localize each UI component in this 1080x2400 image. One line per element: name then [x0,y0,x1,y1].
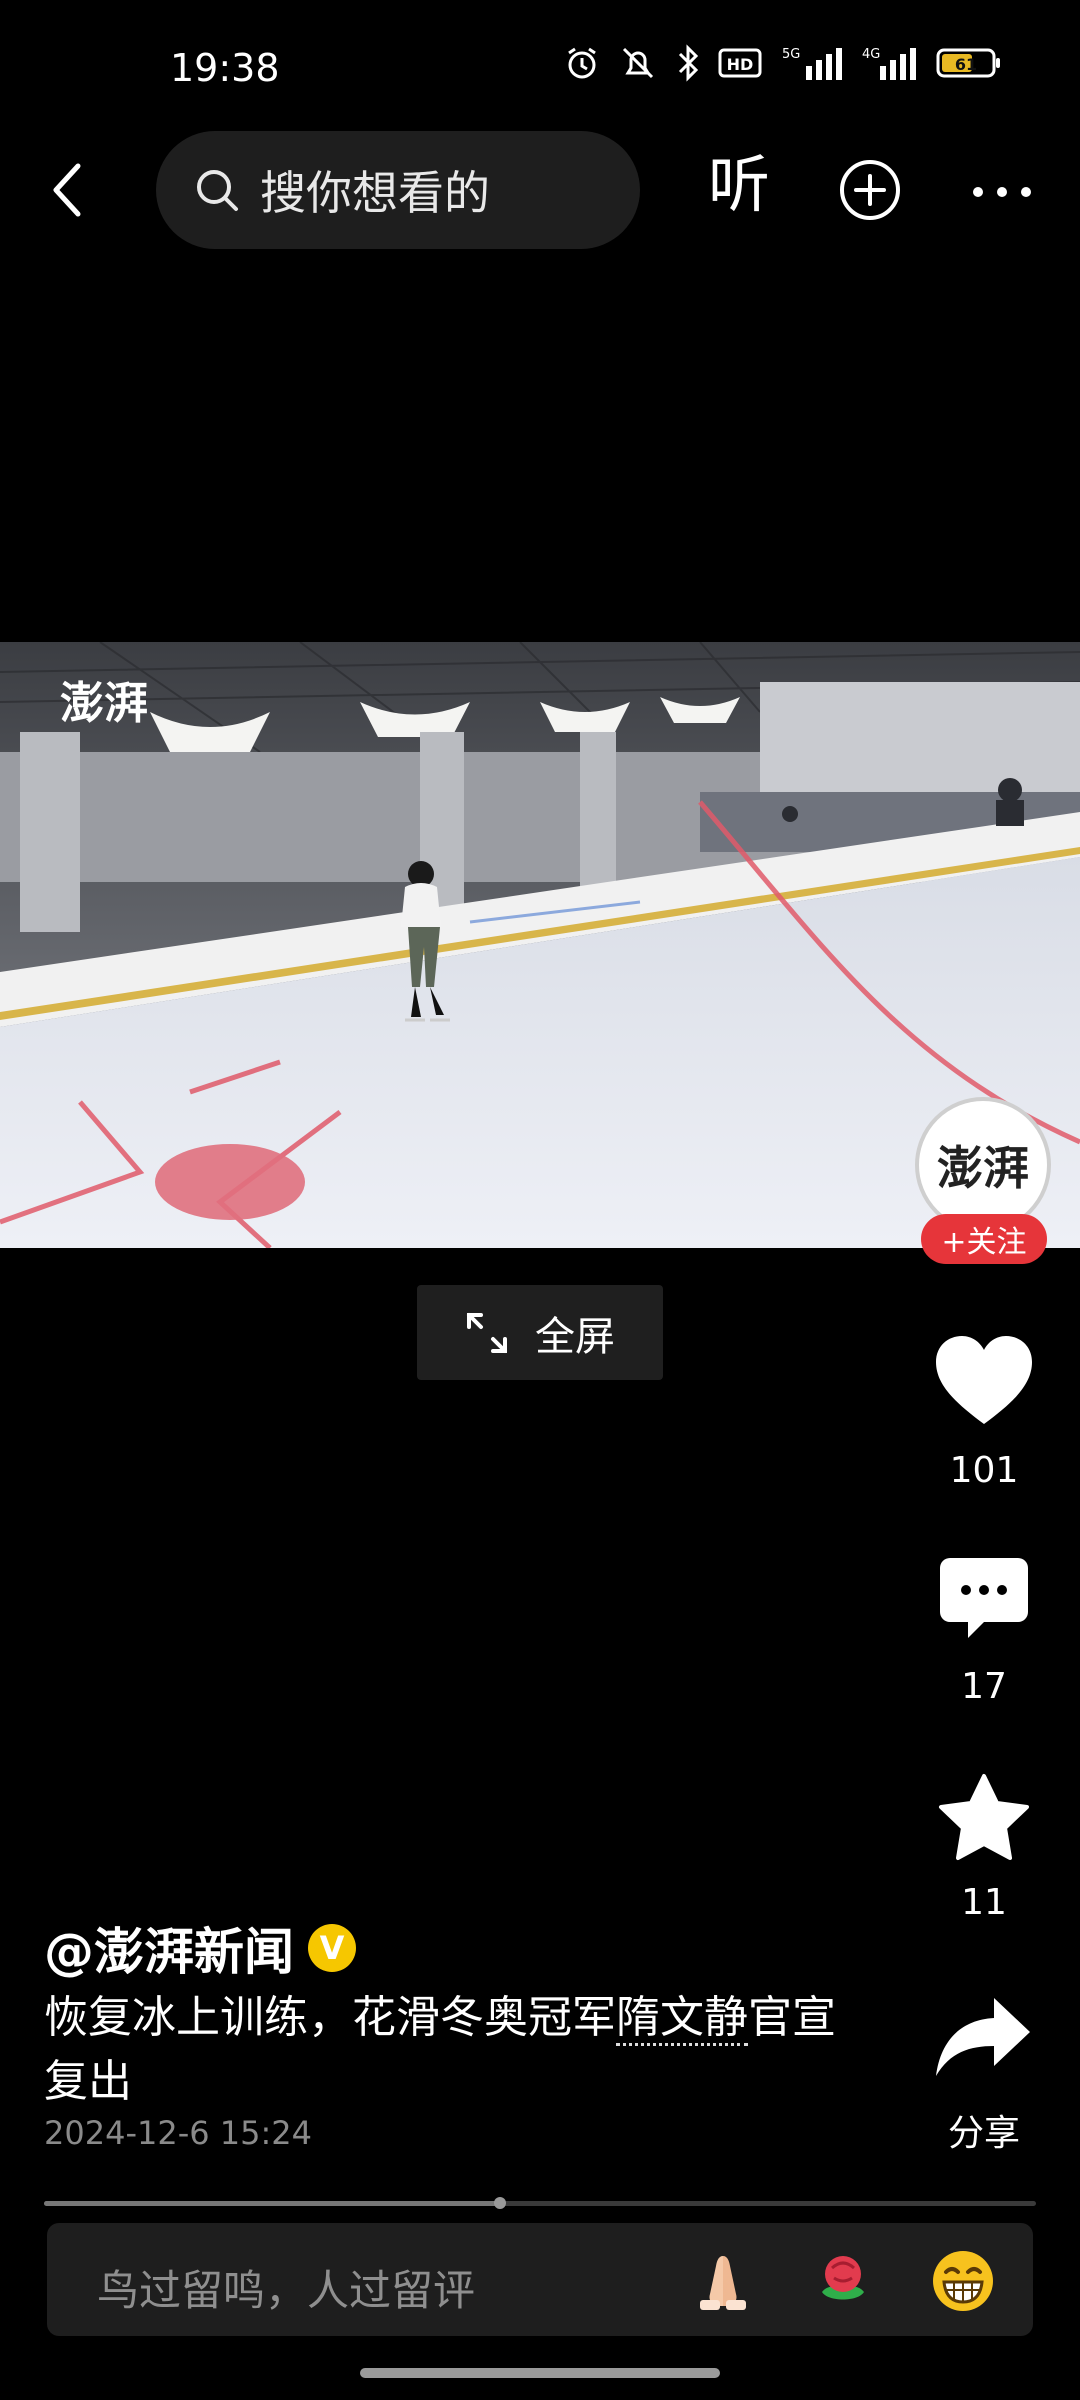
battery-level: 61 [955,55,977,74]
back-icon[interactable] [40,160,100,220]
search-input[interactable]: 搜你想看的 [156,131,640,249]
fullscreen-button[interactable]: 全屏 [417,1285,663,1380]
like-count: 101 [949,1450,1019,1491]
tagged-person-link[interactable]: 隋文静 [616,1992,748,2046]
battery-icon: 61 [936,48,1000,78]
network-2-label: 4G [862,47,880,62]
post-timestamp: 2024-12-6 15:24 [44,2114,312,2152]
author-row[interactable]: @澎湃新闻 V [44,1912,356,1984]
signal-4g-icon: 4G [862,47,916,80]
pray-emoji-icon[interactable] [690,2248,756,2314]
hd-icon: HD [718,48,762,78]
comment-icon[interactable] [938,1556,1030,1640]
signal-5g-icon: 5G [782,47,842,80]
more-icon[interactable] [970,180,1034,204]
hd-label: HD [727,55,754,74]
status-icons: HD 5G 4G 61 [564,44,1002,82]
watermark-text: 澎湃 [60,678,148,729]
mute-icon [622,47,654,79]
video-description[interactable]: 恢复冰上训练，花滑冬奥冠军隋文静官宣复出 [44,1986,864,2114]
status-time: 19:38 [170,46,280,90]
author-avatar[interactable]: 澎湃 [915,1097,1051,1233]
listen-button[interactable]: 听 [708,154,770,216]
video-watermark: 澎湃 [60,678,148,729]
share-label[interactable]: 分享 [914,2104,1054,2156]
bluetooth-icon [678,44,699,82]
favorite-count: 11 [961,1882,1007,1923]
comment-input[interactable]: 鸟过留鸣，人过留评 [97,2257,475,2318]
search-placeholder: 搜你想看的 [260,166,490,220]
author-name[interactable]: @澎湃新闻 [44,1912,294,1984]
verified-badge-icon: V [308,1924,356,1972]
progress-knob[interactable] [494,2197,507,2209]
home-indicator[interactable] [360,2368,720,2378]
like-icon[interactable] [934,1334,1034,1428]
network-1-label: 5G [782,47,800,62]
progress-fill [44,2201,501,2206]
avatar-text: 澎湃 [937,1141,1029,1195]
expand-icon [467,1312,507,1353]
share-icon[interactable] [934,1994,1034,2078]
grin-emoji-icon[interactable] [930,2248,996,2314]
follow-button[interactable]: +关注 [921,1214,1047,1264]
search-icon [197,170,238,211]
comment-count: 17 [961,1666,1007,1707]
favorite-icon[interactable] [936,1772,1032,1864]
rose-emoji-icon[interactable] [810,2248,876,2314]
add-icon[interactable] [838,158,902,222]
alarm-icon [568,47,596,79]
fullscreen-label: 全屏 [535,1313,615,1360]
description-text: 恢复冰上训练，花滑冬奥冠军 [44,1992,616,2043]
